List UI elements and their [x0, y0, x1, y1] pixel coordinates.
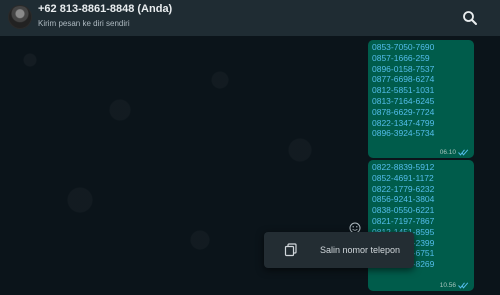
search-icon [463, 11, 477, 25]
message-bubble[interactable]: 0853-7050-7690 0857-1666-259 0896-0158-7… [368, 40, 474, 158]
phone-number-link[interactable]: 0821-7197-7867 [372, 216, 470, 227]
copy-icon [284, 243, 297, 257]
copy-number-menu[interactable]: Salin nomor telepon [264, 232, 414, 268]
phone-number-link[interactable]: 0838-0550-6221 [372, 205, 470, 216]
phone-number-link[interactable]: 0856-9241-3804 [372, 194, 470, 205]
contact-title[interactable]: +62 813-8861-8848 (Anda) [38, 3, 172, 15]
message-time: 06.10 [439, 149, 456, 156]
message-time: 10.56 [439, 282, 456, 289]
avatar[interactable] [8, 5, 32, 29]
phone-number-link[interactable]: 0896-0158-7537 [372, 64, 470, 75]
phone-number-link[interactable]: 0857-1666-259 [372, 53, 470, 64]
chat-header[interactable]: +62 813-8861-8848 (Anda) Kirim pesan ke … [0, 0, 500, 36]
message-meta: 10.56 [440, 282, 469, 289]
phone-number-link[interactable]: 0853-7050-7690 [372, 42, 470, 53]
phone-number-link[interactable]: 0822-1347-4799 [372, 118, 470, 129]
phone-number-link[interactable]: 0852-4691-1172 [372, 173, 470, 184]
phone-number-link[interactable]: 0813-7164-6245 [372, 96, 470, 107]
phone-number-link[interactable]: 0877-6698-6274 [372, 74, 470, 85]
copy-number-label[interactable]: Salin nomor telepon [320, 245, 400, 255]
phone-number-link[interactable]: 0896-3924-5734 [372, 128, 470, 139]
phone-number-link[interactable]: 0822-1779-6232 [372, 184, 470, 195]
search-button[interactable] [462, 10, 478, 26]
message-bubble[interactable]: 0822-8839-5912 0852-4691-1172 0822-1779-… [368, 160, 474, 291]
phone-number-link[interactable]: 0812-5851-1031 [372, 85, 470, 96]
double-check-icon [458, 282, 469, 289]
contact-subtitle: Kirim pesan ke diri sendiri [38, 19, 130, 28]
message-meta: 06.10 [440, 149, 469, 156]
phone-number-link[interactable]: 0878-6629-7724 [372, 107, 470, 118]
phone-number-link[interactable]: 0822-8839-5912 [372, 162, 470, 173]
double-check-icon [458, 149, 469, 156]
